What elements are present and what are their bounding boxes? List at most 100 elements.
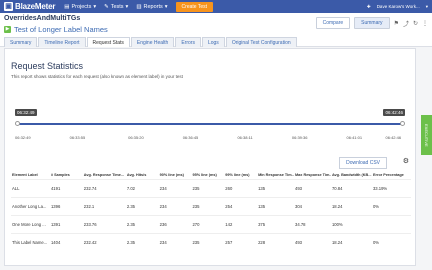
- column-header[interactable]: 90% line (ms): [159, 171, 192, 180]
- slider-track[interactable]: [17, 123, 403, 125]
- play-icon[interactable]: ▶: [4, 26, 11, 33]
- table-cell: 234: [158, 233, 192, 251]
- logo-mark-icon: ▣: [4, 2, 13, 11]
- flag-icon[interactable]: ⚑: [394, 20, 399, 27]
- download-csv-button[interactable]: Download CSV: [339, 157, 387, 169]
- table-cell: 232.74: [82, 179, 126, 198]
- table-cell: 70.84: [330, 179, 372, 198]
- create-test-button[interactable]: Create Test: [175, 1, 214, 12]
- column-header[interactable]: # Samples: [50, 171, 83, 180]
- table-cell: 18.24: [330, 197, 372, 216]
- table-cell: [371, 215, 411, 234]
- user-add-icon[interactable]: ✚: [367, 4, 371, 10]
- table-cell: 135: [257, 179, 295, 198]
- table-cell: 100%: [330, 215, 372, 234]
- table-cell: 2.35: [125, 233, 159, 251]
- table-cell: 1404: [49, 233, 83, 251]
- projects-label: Projects: [71, 3, 92, 10]
- table-cell: 375: [257, 215, 295, 234]
- executive-summary-side-tab[interactable]: EXECUTIVE: [421, 115, 432, 155]
- column-header[interactable]: Max Response Tim...: [294, 171, 331, 180]
- reports-menu[interactable]: ▥ Reports ▾: [136, 4, 167, 10]
- column-header[interactable]: 99% line (ms): [224, 171, 257, 180]
- time-tick: 06:41:01: [346, 135, 363, 140]
- column-header[interactable]: 95% line (ms): [191, 171, 224, 180]
- chevron-down-icon: ▾: [125, 3, 129, 10]
- blazemeter-logo[interactable]: ▣ BlazeMeter: [4, 2, 55, 11]
- table-cell: 257: [224, 233, 258, 251]
- tab-logs[interactable]: Logs: [201, 37, 225, 47]
- table-cell: 7.02: [125, 179, 159, 198]
- test-name[interactable]: OverridesAndMultiTGs: [4, 15, 80, 22]
- table-cell: 228: [257, 233, 295, 251]
- tests-icon: ✎: [104, 3, 109, 10]
- table-cell: 235: [191, 197, 225, 216]
- table-cell: 1391: [49, 215, 83, 234]
- request-stats-table: Element Label # Samples Avg. Response Ti…: [11, 171, 411, 251]
- range-start-handle[interactable]: [15, 121, 20, 126]
- table-cell: 236: [158, 215, 192, 234]
- table-cell: 270: [191, 215, 225, 234]
- table-cell: 0%: [371, 197, 411, 216]
- table-cell: 1396: [49, 197, 83, 216]
- time-tick: 06:36:45: [182, 135, 199, 140]
- page-description: This report shows statistics for each re…: [11, 74, 183, 79]
- table-cell: 235: [191, 233, 225, 251]
- time-tick: 06:39:36: [291, 135, 308, 140]
- time-tick: 06:32:49: [15, 135, 31, 140]
- folder-icon: ▤: [64, 3, 70, 10]
- column-header[interactable]: Avg. Hits/s: [126, 171, 159, 180]
- summary-button[interactable]: Summary: [354, 17, 390, 29]
- tests-menu[interactable]: ✎ Tests ▾: [104, 4, 128, 10]
- share-icon[interactable]: ⤴: [403, 19, 409, 28]
- table-cell: 142: [224, 215, 258, 234]
- tab-errors[interactable]: Errors: [175, 37, 201, 47]
- range-start-label: 06:32:49: [15, 109, 37, 116]
- table-cell: 233.76: [82, 215, 126, 234]
- table-row: Another Long La... 1396 232.1 2.35 234 2…: [11, 197, 411, 216]
- compare-button[interactable]: Compare: [315, 17, 351, 29]
- tab-request-stats[interactable]: Request Stats: [86, 37, 130, 47]
- table-cell: 33.19%: [371, 179, 411, 198]
- reports-label: Reports: [143, 3, 163, 10]
- column-header[interactable]: Min Response Tim...: [257, 171, 294, 180]
- range-end-handle[interactable]: [400, 121, 405, 126]
- table-cell: This Label Name...: [11, 233, 50, 251]
- time-range-slider[interactable]: 06:32:49 06:42:46 06:32:49 06:33:55 06:3…: [15, 109, 405, 149]
- logo-text: BlazeMeter: [15, 2, 56, 11]
- report-title: ▶ Test of Longer Label Names: [4, 25, 108, 34]
- tab-summary[interactable]: Summary: [4, 37, 38, 47]
- projects-menu[interactable]: ▤ Projects ▾: [64, 4, 96, 10]
- report-tabs: Summary Timeline Report Request Stats En…: [4, 37, 298, 47]
- table-cell: 0%: [371, 233, 411, 251]
- page-title: Request Statistics: [11, 61, 84, 71]
- refresh-icon[interactable]: ↻: [413, 20, 418, 27]
- tab-engine-health[interactable]: Engine Health: [130, 37, 175, 47]
- column-header[interactable]: Avg. Response Time...: [83, 171, 126, 180]
- table-cell: Another Long La...: [11, 197, 50, 216]
- tab-timeline-report[interactable]: Timeline Report: [38, 37, 86, 47]
- table-row: This Label Name... 1404 232.42 2.35 234 …: [11, 233, 411, 251]
- column-header[interactable]: Error Percentage: [372, 171, 411, 180]
- time-tick: 06:35:20: [128, 135, 144, 140]
- table-row: ALL 4191 232.74 7.02 234 235 260 135 493…: [11, 179, 411, 198]
- table-cell: 232.1: [82, 197, 126, 216]
- chevron-down-icon[interactable]: ▾: [426, 4, 428, 10]
- column-header[interactable]: Avg. Bandwidth (KB...: [331, 171, 372, 180]
- report-title-text[interactable]: Test of Longer Label Names: [14, 25, 108, 34]
- gear-icon[interactable]: ⚙: [403, 157, 409, 165]
- table-cell: 18.24: [330, 233, 372, 251]
- time-tick: 06:33:55: [69, 135, 86, 140]
- column-header[interactable]: Element Label: [11, 171, 50, 180]
- table-cell: 4191: [49, 179, 83, 198]
- table-cell: 493: [294, 179, 331, 198]
- range-end-label: 06:42:46: [383, 109, 405, 116]
- more-icon[interactable]: ⋮: [422, 20, 428, 27]
- table-cell: ALL: [11, 179, 50, 198]
- table-cell: 493: [294, 233, 331, 251]
- user-menu[interactable]: Dave Karow's Work...: [377, 4, 420, 9]
- table-row: One More Long ... 1391 233.76 2.35 236 2…: [11, 215, 411, 234]
- table-cell: 235: [191, 179, 225, 198]
- table-cell: 34.78: [294, 215, 331, 234]
- tab-original-config[interactable]: Original Test Configuration: [225, 37, 297, 47]
